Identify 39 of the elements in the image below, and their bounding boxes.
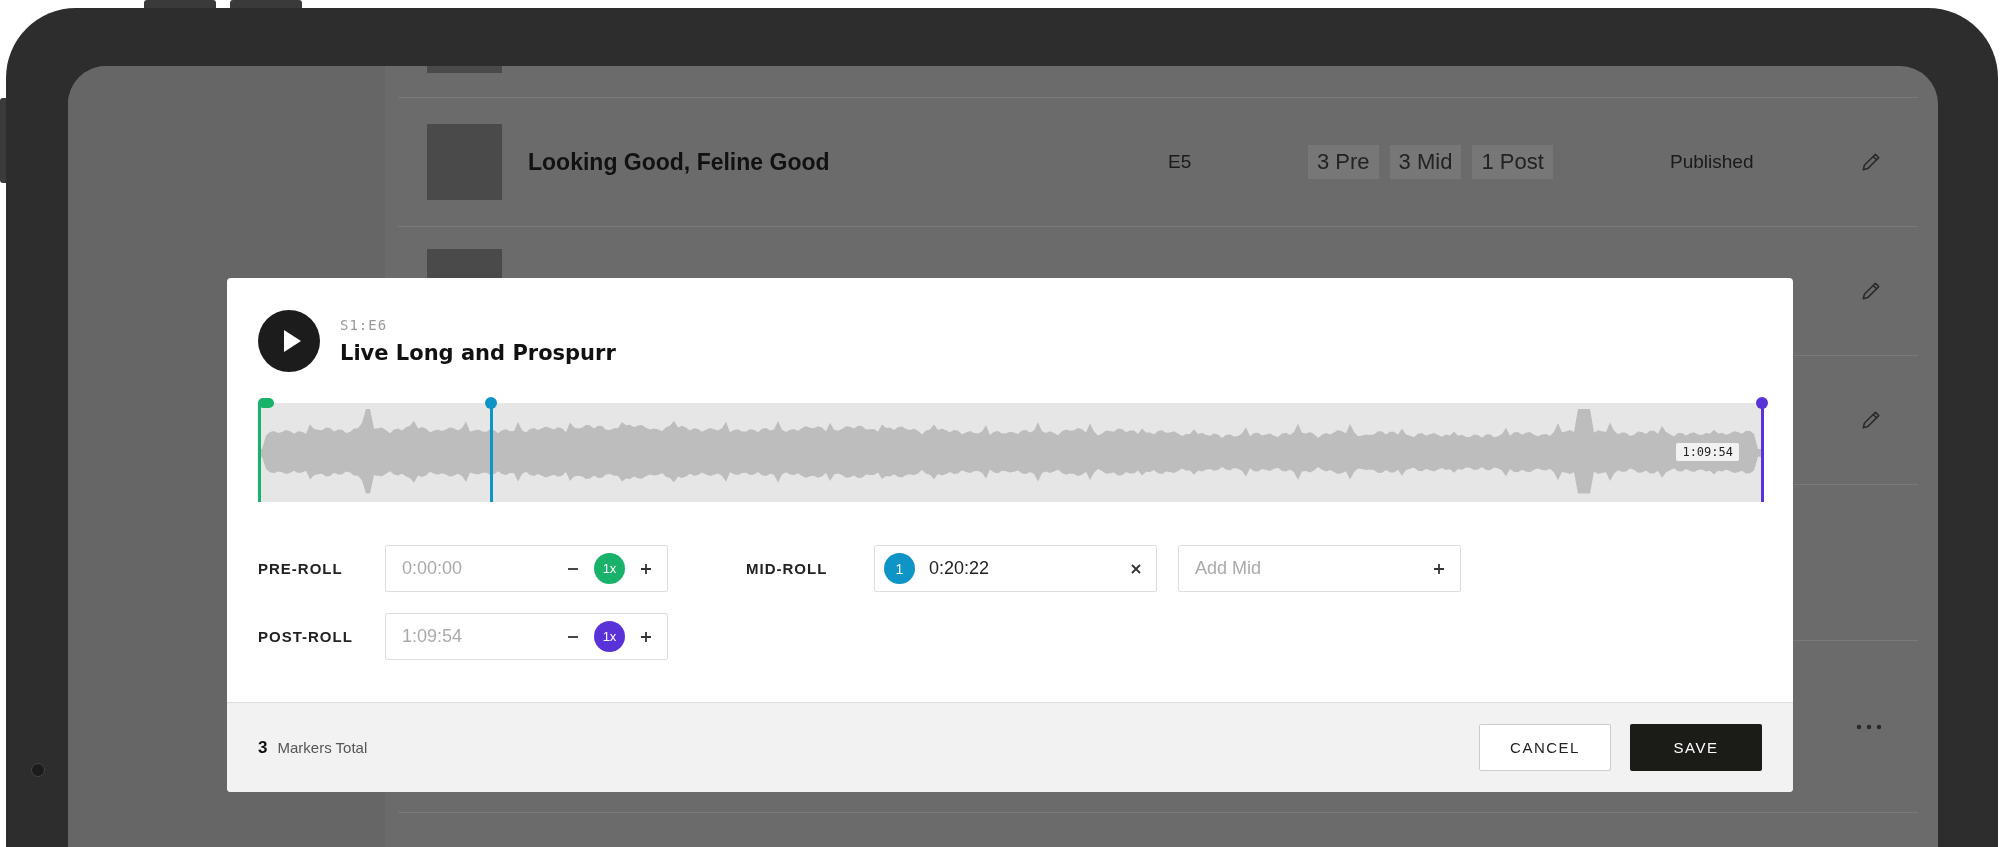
field-label: PRE-ROLL bbox=[258, 560, 344, 577]
field-label: MID-ROLL bbox=[746, 560, 829, 577]
plus-icon[interactable] bbox=[1432, 561, 1446, 576]
edit-icon[interactable] bbox=[1860, 280, 1882, 302]
time-input[interactable]: 1:09:54 bbox=[402, 626, 552, 647]
close-icon[interactable] bbox=[1130, 562, 1142, 575]
marker-handle[interactable] bbox=[258, 398, 274, 408]
marker-field[interactable]: Add Mid bbox=[1178, 545, 1461, 592]
marker-handle[interactable] bbox=[485, 397, 498, 409]
marker-handle[interactable] bbox=[1756, 397, 1768, 409]
plus-icon[interactable] bbox=[639, 629, 653, 644]
episode-code: S1:E6 bbox=[340, 317, 389, 333]
time-input[interactable]: 0:20:22 bbox=[929, 558, 1116, 579]
marker-field[interactable]: 1 0:20:22 bbox=[874, 545, 1157, 592]
marker-number-badge: 1 bbox=[884, 553, 915, 584]
marker-count-tag: 3 Mid bbox=[1389, 145, 1462, 179]
episode-title: Looking Good, Feline Good bbox=[528, 148, 831, 176]
edit-icon[interactable] bbox=[1860, 151, 1882, 173]
play-icon bbox=[281, 329, 302, 353]
count-badge: 1x bbox=[594, 621, 625, 652]
save-button[interactable]: SAVE bbox=[1630, 724, 1762, 771]
edit-icon[interactable] bbox=[1860, 409, 1882, 431]
plus-icon[interactable] bbox=[639, 561, 653, 576]
marker-field[interactable]: 1:09:54 1x bbox=[385, 613, 668, 660]
episode-title: Live Long and Prospurr bbox=[340, 341, 616, 365]
camera-dot bbox=[31, 763, 45, 777]
add-mid-input[interactable]: Add Mid bbox=[1195, 558, 1418, 579]
status-label: Published bbox=[1670, 151, 1754, 173]
episode-number: E5 bbox=[1168, 151, 1193, 173]
count-badge: 1x bbox=[594, 553, 625, 584]
cancel-button[interactable]: CANCEL bbox=[1479, 724, 1611, 771]
field-label: POST-ROLL bbox=[258, 628, 354, 645]
marker-total-count: 3 bbox=[258, 737, 268, 758]
duration-label: 1:09:54 bbox=[1676, 443, 1739, 461]
marker-count-tag: 1 Post bbox=[1472, 145, 1553, 179]
time-input[interactable]: 0:00:00 bbox=[402, 558, 552, 579]
more-icon[interactable] bbox=[1856, 723, 1882, 730]
marker-count-tag: 3 Pre bbox=[1308, 145, 1379, 179]
marker-total-label: Markers Total bbox=[277, 739, 368, 756]
